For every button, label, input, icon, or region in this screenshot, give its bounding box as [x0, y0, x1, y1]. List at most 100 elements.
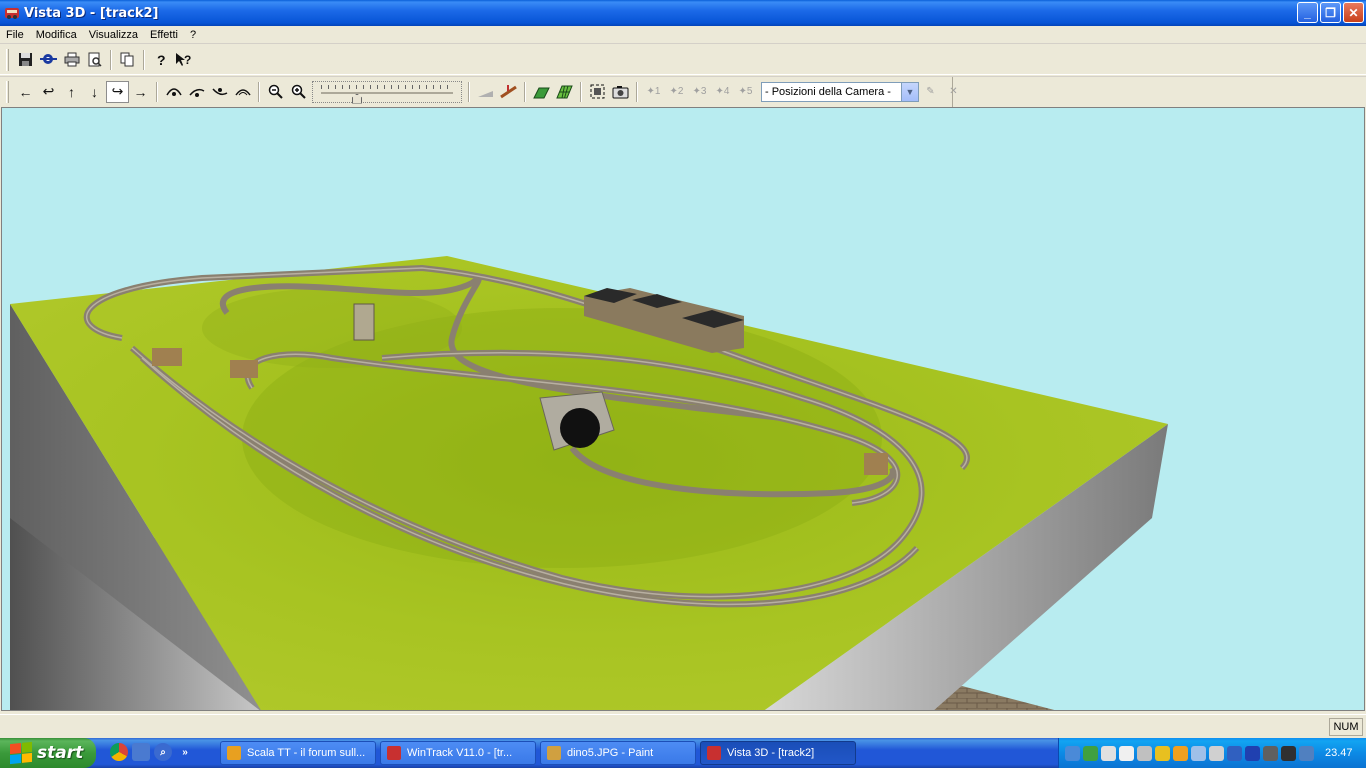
3d-viewport[interactable] — [1, 107, 1365, 711]
network-icon[interactable] — [1065, 745, 1080, 761]
bridge-rock — [864, 453, 888, 475]
camera-preset-2-icon[interactable]: ✦ 2 — [665, 81, 688, 103]
arrow-down-icon[interactable]: ↓ — [83, 81, 106, 103]
menu-modifica[interactable]: Modifica — [30, 26, 83, 44]
camera-orbit-icon[interactable] — [162, 81, 185, 103]
camera-tilt-down-icon[interactable] — [208, 81, 231, 103]
camera-settings-icon[interactable] — [37, 49, 60, 71]
shield-icon[interactable] — [1155, 745, 1170, 761]
zoom-in-icon[interactable] — [287, 81, 310, 103]
wintrack-icon — [387, 746, 401, 760]
toolbar-separator — [258, 81, 260, 102]
sync-icon[interactable] — [1083, 745, 1098, 761]
toolbar-separator — [156, 81, 158, 102]
track-tool-icon[interactable] — [497, 81, 520, 103]
menu-file[interactable]: File — [0, 26, 30, 44]
context-help-icon[interactable]: ? — [172, 49, 195, 71]
display-icon[interactable] — [1101, 745, 1116, 761]
chat-icon[interactable] — [1119, 745, 1134, 761]
update-icon[interactable] — [1191, 745, 1206, 761]
phone-icon[interactable] — [1227, 745, 1242, 761]
camera-preset-1-icon[interactable]: ✦ 1 — [642, 81, 665, 103]
camera-add-icon[interactable]: ✎ — [919, 81, 942, 103]
toolbar-separator — [143, 49, 145, 70]
arrow-up-icon[interactable]: ↑ — [60, 81, 83, 103]
start-button[interactable]: start — [0, 738, 96, 768]
menu-effetti[interactable]: Effetti — [144, 26, 184, 44]
chevron-right-icon[interactable]: » — [176, 743, 194, 761]
help-icon[interactable]: ? — [149, 49, 172, 71]
menu-help[interactable]: ? — [184, 26, 202, 44]
slider-track — [321, 91, 453, 94]
clock: 23.47 — [1325, 747, 1353, 759]
settings-icon[interactable] — [1137, 745, 1152, 761]
copy-icon[interactable] — [116, 49, 139, 71]
taskbar-item-browser[interactable]: Scala TT - il forum sull... — [220, 741, 376, 765]
monitor-icon[interactable] — [1263, 745, 1278, 761]
arrow-turn-left-icon[interactable]: ↩ — [37, 81, 60, 103]
camera-delete-icon[interactable]: ✕ — [942, 81, 965, 103]
save-icon[interactable] — [14, 49, 37, 71]
toolbar-separator — [580, 81, 582, 102]
arrow-left-icon[interactable]: ← — [14, 81, 37, 103]
bluetooth-icon[interactable] — [1245, 745, 1260, 761]
explorer-icon[interactable] — [132, 743, 150, 761]
minimize-button[interactable]: _ — [1297, 2, 1318, 23]
zoom-out-icon[interactable] — [264, 81, 287, 103]
close-button[interactable]: ✕ — [1343, 2, 1364, 23]
taskbar-item-paint[interactable]: dino5.JPG - Paint — [540, 741, 696, 765]
main-toolbar: ? ? — [0, 45, 1366, 75]
camera-preset-4-icon[interactable]: ✦ 4 — [711, 81, 734, 103]
arrow-turn-right-icon[interactable]: ↪ — [106, 80, 129, 103]
bridge-rock — [152, 348, 182, 366]
quick-launch: ⌕ » — [110, 743, 194, 761]
tower-building — [353, 303, 375, 341]
slider-ticks — [321, 84, 453, 89]
volume-icon[interactable] — [1209, 745, 1224, 761]
remote-icon[interactable] — [1281, 745, 1296, 761]
toolbar-separator — [468, 81, 470, 102]
browser-icon — [227, 746, 241, 760]
toolbar-separator — [524, 81, 526, 102]
chevron-down-icon[interactable]: ▼ — [901, 82, 918, 101]
menu-visualizza[interactable]: Visualizza — [83, 26, 144, 44]
camera-preset-3-icon[interactable]: ✦ 3 — [688, 81, 711, 103]
taskbar-item-wintrack[interactable]: WinTrack V11.0 - [tr... — [380, 741, 536, 765]
slider-thumb[interactable] — [352, 93, 362, 104]
camera-positions-value: - Posizioni della Camera - — [765, 85, 891, 98]
vista3d-icon — [707, 746, 721, 760]
antivirus-icon[interactable] — [1173, 745, 1188, 761]
taskbar-item-vista3d[interactable]: Vista 3D - [track2] — [700, 741, 856, 765]
camera-rotate-icon[interactable] — [231, 81, 254, 103]
search-icon[interactable]: ⌕ — [154, 743, 172, 761]
svg-text:?: ? — [184, 53, 191, 67]
terrain-flat-icon[interactable] — [474, 81, 497, 103]
print-preview-icon[interactable] — [83, 49, 106, 71]
status-bar: NUM — [0, 714, 1366, 738]
toolbar-grip[interactable] — [6, 48, 9, 71]
camera-tilt-up-icon[interactable] — [185, 81, 208, 103]
camera-preset-5-icon[interactable]: ✦ 5 — [734, 81, 757, 103]
app-icon — [5, 8, 19, 19]
print-icon[interactable] — [60, 49, 83, 71]
grid-icon[interactable] — [553, 81, 576, 103]
start-label: start — [37, 743, 84, 763]
taskbar: start ⌕ » Scala TT - il forum sull... Wi… — [0, 738, 1366, 768]
network-status-icon[interactable] — [1299, 745, 1314, 761]
toolbar-separator — [636, 81, 638, 102]
arrow-right-icon[interactable]: → — [129, 81, 152, 103]
toolbar-edge — [952, 77, 953, 107]
svg-text:?: ? — [157, 52, 166, 67]
zoom-slider[interactable] — [312, 80, 462, 104]
fit-view-icon[interactable] — [586, 81, 609, 103]
camera-positions-select[interactable]: - Posizioni della Camera - ▼ — [761, 81, 919, 102]
chrome-icon[interactable] — [110, 743, 128, 761]
maximize-button[interactable]: ❐ — [1320, 2, 1341, 23]
windows-logo-icon — [10, 741, 32, 765]
num-lock-indicator: NUM — [1329, 718, 1363, 736]
system-tray: 23.47 — [1058, 738, 1366, 768]
toolbar-grip[interactable] — [6, 80, 9, 103]
title-bar[interactable]: Vista 3D - [track2] _ ❐ ✕ — [0, 0, 1366, 26]
snapshot-camera-icon[interactable] — [609, 81, 632, 103]
landscape-icon[interactable] — [530, 81, 553, 103]
